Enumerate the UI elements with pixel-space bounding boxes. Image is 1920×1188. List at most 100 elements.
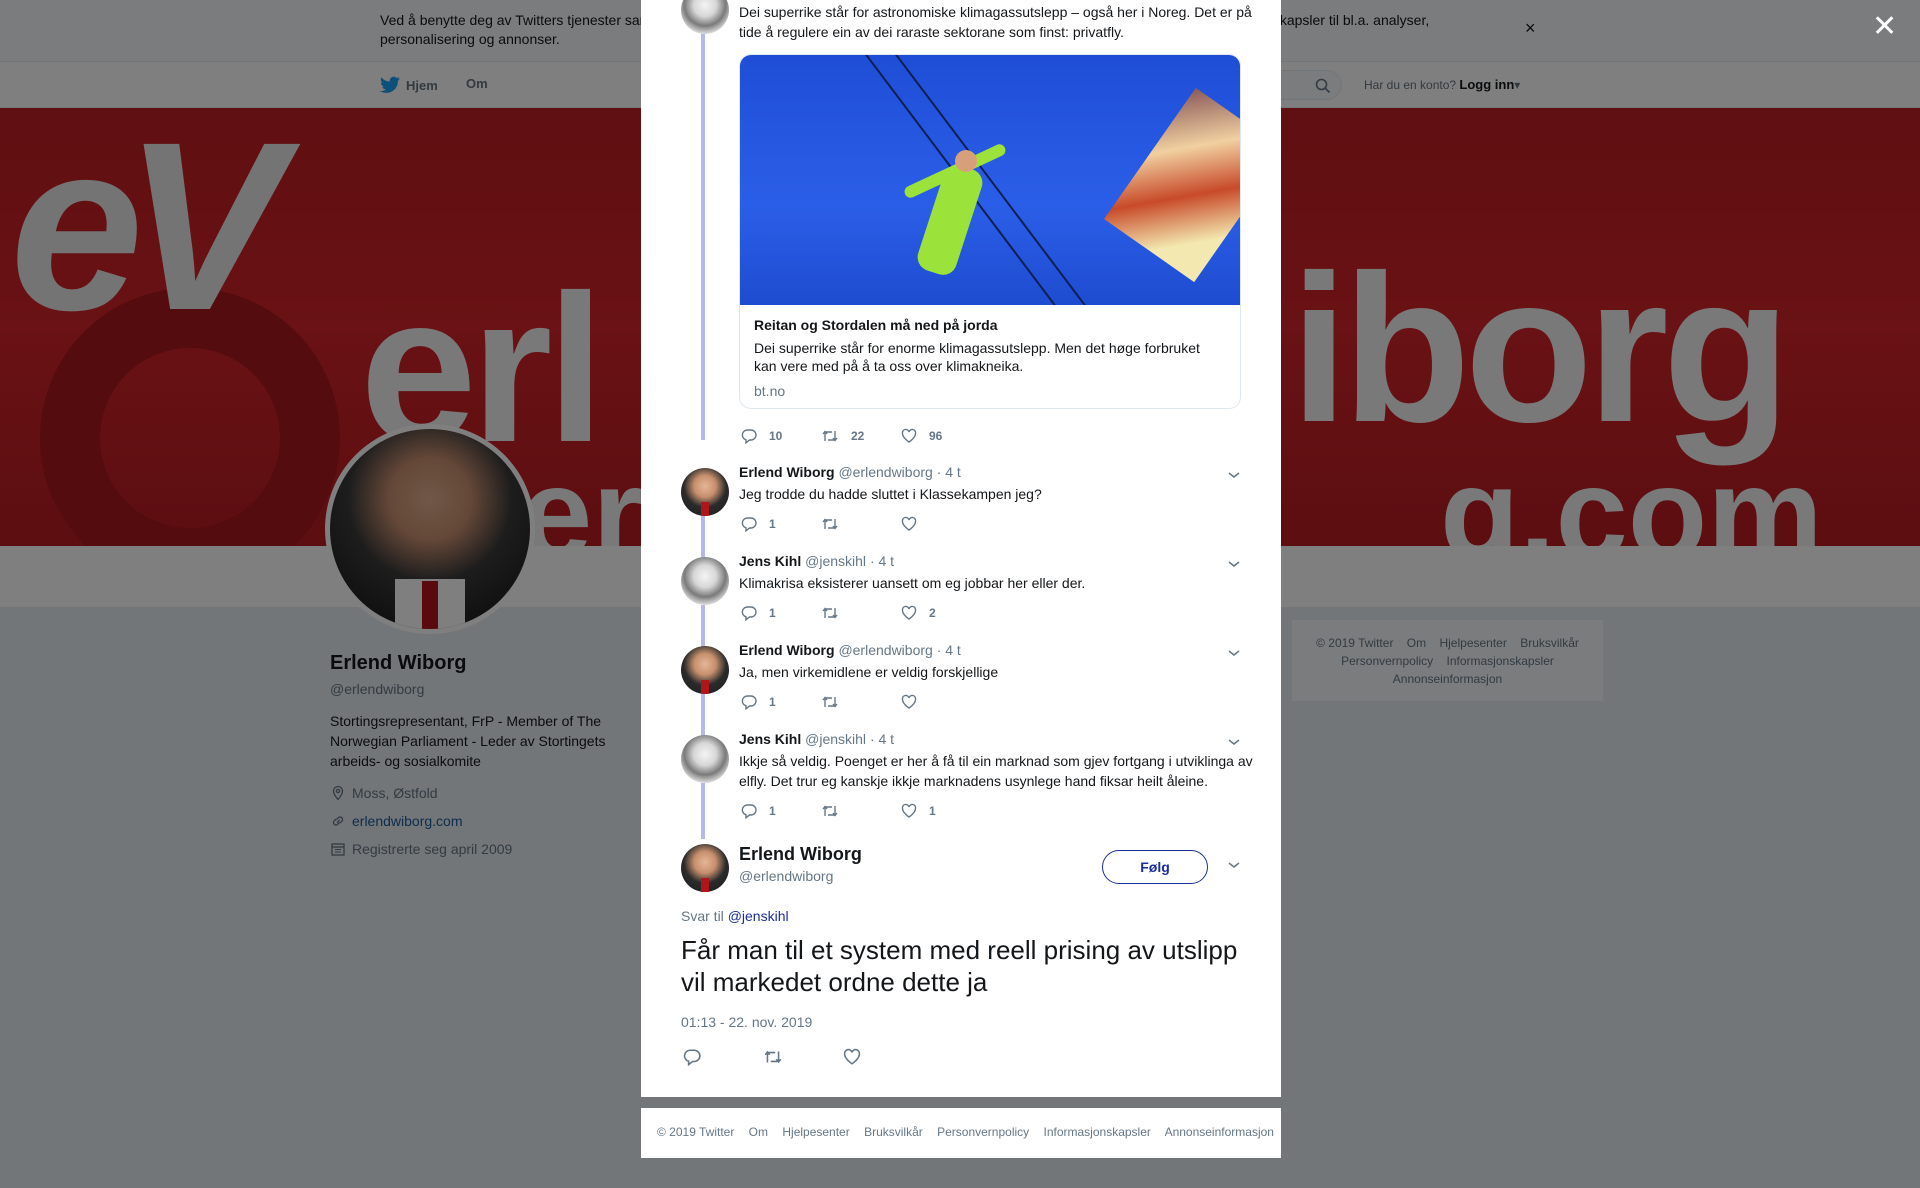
retweet-button[interactable]: 22 (821, 428, 901, 444)
heart-icon (901, 428, 917, 443)
thread-tweet[interactable]: Erlend Wiborg @erlendwiborg · 4 t Jeg tr… (641, 464, 1281, 532)
tweet-avatar[interactable] (681, 557, 729, 605)
follow-button[interactable]: Følg (1102, 850, 1208, 884)
reply-count: 1 (769, 804, 776, 818)
reply-context: Svar til @jenskihl (681, 908, 789, 924)
tweet-time[interactable]: · 4 t (870, 553, 894, 569)
retweet-count: 22 (851, 429, 865, 443)
link-card-url: bt.no (754, 383, 786, 399)
tweet-author-handle[interactable]: @erlendwiborg (838, 642, 932, 658)
tweet-actions: 1 (741, 516, 981, 532)
tweet-avatar[interactable] (681, 646, 729, 694)
link-card-image (740, 55, 1240, 305)
reply-button[interactable]: 10 (741, 428, 821, 444)
tweet-author-name[interactable]: Erlend Wiborg (739, 642, 835, 658)
heart-icon (843, 1048, 861, 1065)
tweet-avatar[interactable] (681, 0, 729, 34)
chevron-down-icon[interactable] (1227, 557, 1241, 571)
reply-count: 1 (769, 517, 776, 531)
retweet-button[interactable] (821, 516, 901, 532)
tweet-header: Jens Kihl @jenskihl · 4 t (739, 553, 894, 569)
footer-help[interactable]: Hjelpesenter (782, 1125, 849, 1139)
tweet-timestamp[interactable]: 01:13 - 22. nov. 2019 (681, 1014, 812, 1030)
tweet-actions (683, 1048, 923, 1071)
chevron-down-icon[interactable] (1227, 735, 1241, 749)
like-button[interactable]: 2 (901, 605, 981, 621)
retweet-icon (822, 696, 838, 708)
link-card[interactable]: Reitan og Stordalen må ned på jorda Dei … (739, 54, 1241, 409)
reply-to-link[interactable]: @jenskihl (728, 908, 789, 924)
reply-prefix: Svar til (681, 908, 724, 924)
tweet-permalink-modal: Dei superrike står for astronomiske klim… (641, 0, 1281, 1097)
tweet-avatar[interactable] (681, 468, 729, 516)
thread-line (701, 605, 705, 647)
chevron-down-icon[interactable] (1227, 646, 1241, 660)
close-icon[interactable]: ✕ (1872, 12, 1897, 42)
heart-icon (901, 803, 917, 818)
like-count: 96 (929, 429, 943, 443)
tweet-actions: 1 2 (741, 605, 981, 621)
footer-privacy[interactable]: Personvernpolicy (937, 1125, 1029, 1139)
like-button[interactable] (901, 516, 981, 532)
tweet-avatar[interactable] (681, 735, 729, 783)
link-card-description: Dei superrike står for enorme klimagassu… (754, 340, 1200, 374)
tweet-text: Dei superrike står for astronomiske klim… (739, 4, 1252, 40)
reply-button[interactable]: 1 (741, 803, 821, 819)
tweet-author-name[interactable]: Erlend Wiborg (739, 464, 835, 480)
image-figure-head (955, 150, 977, 172)
tweet-header: Erlend Wiborg @erlendwiborg · 4 t (739, 642, 961, 658)
like-count: 1 (929, 804, 936, 818)
retweet-button[interactable] (821, 694, 901, 710)
footer-ads[interactable]: Annonseinformasjon (1165, 1125, 1274, 1139)
tweet-author-name[interactable]: Erlend Wiborg (739, 844, 862, 865)
retweet-icon (822, 430, 838, 442)
like-count: 2 (929, 606, 936, 620)
tweet-header: Jens Kihl @jenskihl · 4 t (739, 731, 894, 747)
image-wire (880, 55, 1111, 305)
reply-button[interactable]: 1 (741, 605, 821, 621)
tweet-text: Ikkje så veldig. Poenget er her å få til… (739, 753, 1253, 789)
tweet-author-name[interactable]: Jens Kihl (739, 731, 801, 747)
reply-button[interactable] (683, 1048, 763, 1071)
tweet-author-handle[interactable]: @erlendwiborg (739, 868, 833, 884)
like-button[interactable]: 96 (901, 428, 981, 444)
retweet-button[interactable] (763, 1048, 843, 1071)
thread-tweet[interactable]: Erlend Wiborg @erlendwiborg · 4 t Ja, me… (641, 642, 1281, 710)
chevron-down-icon[interactable] (1227, 468, 1241, 482)
footer-cookies[interactable]: Informasjonskapsler (1044, 1125, 1151, 1139)
tweet-author-handle[interactable]: @jenskihl (805, 731, 866, 747)
heart-icon (901, 694, 917, 709)
footer-about[interactable]: Om (749, 1125, 768, 1139)
link-card-title: Reitan og Stordalen må ned på jorda (754, 317, 998, 333)
like-button[interactable] (901, 694, 981, 710)
tweet-time[interactable]: · 4 t (870, 731, 894, 747)
like-button[interactable]: 1 (901, 803, 981, 819)
chevron-down-icon[interactable] (1227, 858, 1241, 872)
tweet-time[interactable]: · 4 t (937, 464, 961, 480)
thread-line (701, 783, 705, 839)
retweet-icon (822, 805, 838, 817)
retweet-button[interactable] (821, 803, 901, 819)
reply-button[interactable]: 1 (741, 516, 821, 532)
tweet-avatar[interactable] (681, 844, 729, 892)
like-button[interactable] (843, 1048, 923, 1071)
tweet-text: Klimakrisa eksisterer uansett om eg jobb… (739, 575, 1086, 591)
tweet-author-handle[interactable]: @erlendwiborg (838, 464, 932, 480)
tweet-author-name[interactable]: Jens Kihl (739, 553, 801, 569)
reply-count: 1 (769, 695, 776, 709)
modal-footer: © 2019 Twitter Om Hjelpesenter Bruksvilk… (641, 1108, 1281, 1158)
tweet-text: Ja, men virkemidlene er veldig forskjell… (739, 664, 999, 680)
retweet-icon (822, 518, 838, 530)
tweet-author-handle[interactable]: @jenskihl (805, 553, 866, 569)
retweet-button[interactable] (821, 605, 901, 621)
reply-icon (683, 1049, 701, 1067)
reply-count: 1 (769, 606, 776, 620)
reply-count: 10 (769, 429, 783, 443)
footer-terms[interactable]: Bruksvilkår (864, 1125, 923, 1139)
reply-button[interactable]: 1 (741, 694, 821, 710)
reply-icon (741, 695, 757, 710)
reply-icon (741, 429, 757, 444)
retweet-icon (822, 607, 838, 619)
tweet-time[interactable]: · 4 t (937, 642, 961, 658)
heart-icon (901, 605, 917, 620)
